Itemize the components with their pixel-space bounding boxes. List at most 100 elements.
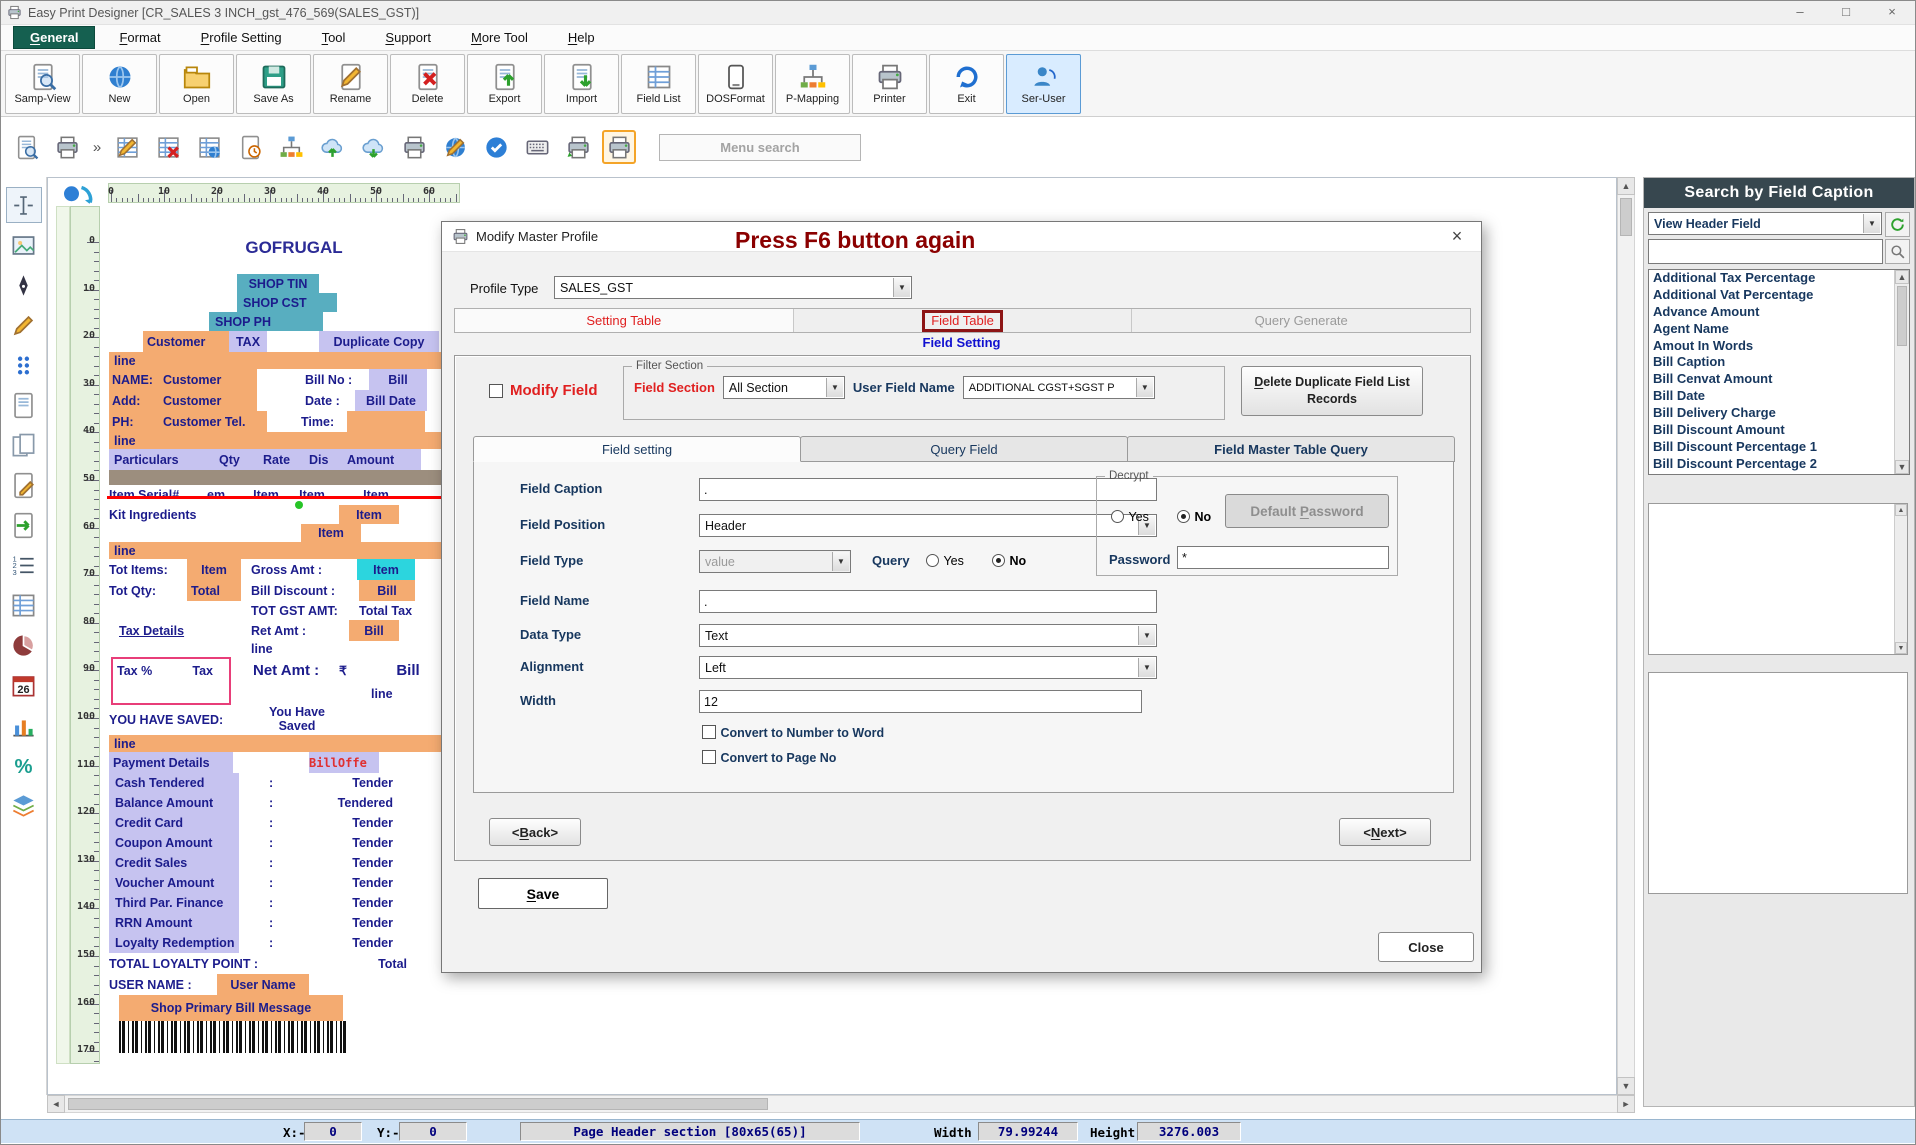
menu-item-tool[interactable]: Tool: [306, 27, 362, 48]
receipt-field[interactable]: Dis: [309, 449, 347, 470]
receipt-field[interactable]: Bill Discount :: [251, 580, 355, 601]
chevron-down-icon[interactable]: ▼: [893, 278, 910, 297]
receipt-row[interactable]: Add:CustomerDate :Bill Date: [109, 390, 479, 411]
receipt-field[interactable]: [119, 1021, 347, 1053]
receipt-field[interactable]: You Have Saved: [255, 705, 339, 735]
receipt-field[interactable]: Duplicate Copy: [319, 331, 439, 352]
receipt-field[interactable]: Voucher Amount: [109, 873, 239, 893]
ser-user-button[interactable]: Ser-User: [1006, 54, 1081, 114]
tab-field-master-table-query[interactable]: Field Master Table Query: [1127, 436, 1455, 462]
receipt-field[interactable]: Tender: [323, 913, 393, 933]
receipt-field[interactable]: :: [269, 853, 279, 873]
receipt-field[interactable]: Gross Amt :: [251, 559, 341, 580]
radio-icon[interactable]: [992, 554, 1005, 567]
receipt-row[interactable]: [109, 470, 479, 485]
receipt-row[interactable]: TOTAL LOYALTY POINT :Total: [109, 953, 479, 974]
receipt-row[interactable]: Balance Amount:Tendered: [109, 793, 479, 813]
receipt-row[interactable]: SHOP TIN: [109, 274, 479, 293]
q-print-b-icon[interactable]: [397, 130, 431, 164]
menu-search-input[interactable]: [659, 134, 861, 161]
minimize-icon[interactable]: –: [1777, 1, 1823, 24]
data-type-select[interactable]: Text▼: [699, 624, 1157, 647]
list-tool-button[interactable]: 123: [6, 547, 42, 583]
page-tool-button[interactable]: [6, 387, 42, 423]
receipt-field[interactable]: :: [269, 833, 279, 853]
receipt-field[interactable]: TOT GST AMT:: [251, 601, 359, 620]
field-caption-item[interactable]: Bill Date: [1649, 388, 1893, 405]
pen-tool-button[interactable]: [6, 267, 42, 303]
receipt-field[interactable]: Customer: [163, 390, 257, 411]
chevron-down-icon[interactable]: ▼: [1136, 378, 1153, 397]
menu-item-more-tool[interactable]: More Tool: [455, 27, 544, 48]
q-globe-edit-icon[interactable]: [438, 130, 472, 164]
tab-query-generate[interactable]: Query Generate: [1132, 309, 1470, 332]
q-tbl-x-icon[interactable]: [151, 130, 185, 164]
field-caption-item[interactable]: Bill Discount Amount: [1649, 422, 1893, 439]
receipt-row[interactable]: line: [109, 683, 479, 705]
q-cloud-up-icon[interactable]: [315, 130, 349, 164]
receipt-field[interactable]: BillOffe: [309, 752, 379, 773]
receipt-field[interactable]: line: [109, 542, 479, 559]
receipt-field[interactable]: :: [269, 773, 279, 793]
receipt-row[interactable]: CustomerTAXDuplicate Copy: [109, 331, 479, 352]
receipt-field[interactable]: Add:: [109, 390, 163, 411]
receipt-field[interactable]: Tender: [323, 833, 393, 853]
alignment-select[interactable]: Left▼: [699, 656, 1157, 679]
menu-item-support[interactable]: Support: [369, 27, 447, 48]
radio-icon[interactable]: [1177, 510, 1190, 523]
tab-setting-table[interactable]: Setting Table: [455, 309, 794, 332]
pencil-tool-button[interactable]: [6, 307, 42, 343]
field-caption-item[interactable]: Advance Amount: [1649, 304, 1893, 321]
columns-tool-button[interactable]: [6, 587, 42, 623]
q-more-icon[interactable]: »: [91, 139, 103, 156]
receipt-field[interactable]: Amount: [347, 449, 421, 470]
tab-field-setting[interactable]: Field setting: [473, 436, 801, 462]
export-button[interactable]: Export: [467, 54, 542, 114]
receipt-field[interactable]: SHOP TIN: [237, 274, 319, 293]
receipt-row[interactable]: Cash Tendered:Tender: [109, 773, 479, 793]
new-button[interactable]: New: [82, 54, 157, 114]
scroll-right-icon[interactable]: ►: [1617, 1095, 1635, 1113]
view-field-select[interactable]: View Header Field▼: [1648, 212, 1882, 235]
rename-button[interactable]: Rename: [313, 54, 388, 114]
field-caption-item[interactable]: Bill Cenvat Amount: [1649, 371, 1893, 388]
receipt-field[interactable]: Bill: [359, 580, 415, 601]
receipt-field[interactable]: line: [109, 352, 479, 369]
receipt-field[interactable]: PH:: [109, 411, 163, 432]
receipt-row[interactable]: NAME:CustomerBill No :Bill: [109, 369, 479, 390]
receipt-field[interactable]: Item: [353, 485, 399, 505]
scroll-down-icon[interactable]: ▼: [1895, 460, 1909, 474]
scroll-up-icon[interactable]: ▲: [1617, 177, 1635, 195]
receipt-field[interactable]: Rate: [263, 449, 309, 470]
receipt-field[interactable]: Total Tax: [359, 601, 433, 620]
receipt-field[interactable]: Tender: [323, 853, 393, 873]
receipt-row[interactable]: line: [109, 432, 479, 449]
note-tool-button[interactable]: [6, 467, 42, 503]
receipt-row[interactable]: Payment DetailsBillOffe: [109, 752, 479, 773]
menu-item-help[interactable]: Help: [552, 27, 611, 48]
receipt-field[interactable]: SHOP PH: [209, 312, 323, 331]
scroll-up-icon[interactable]: ▲: [1895, 270, 1909, 284]
receipt-field[interactable]: Balance Amount: [109, 793, 239, 813]
receipt-row[interactable]: TOT GST AMT:Total Tax: [109, 601, 479, 620]
receipt-row[interactable]: YOU HAVE SAVED:You Have Saved: [109, 705, 479, 735]
field-name-input[interactable]: [699, 590, 1157, 613]
receipt-field[interactable]: Cash Tendered: [109, 773, 239, 793]
query-no-radio[interactable]: No: [992, 552, 1026, 570]
receipt-row[interactable]: Voucher Amount:Tender: [109, 873, 479, 893]
receipt-field[interactable]: USER NAME :: [109, 974, 211, 995]
search-button[interactable]: [1885, 239, 1910, 264]
field-list-button[interactable]: Field List: [621, 54, 696, 114]
receipt-field[interactable]: Tot Qty:: [109, 580, 187, 601]
field-caption-item[interactable]: Bill Discount Percentage 1: [1649, 439, 1893, 456]
receipt-field[interactable]: Date :: [305, 390, 355, 411]
receipt-field[interactable]: Tot Items:: [109, 559, 187, 580]
receipt-row[interactable]: line: [109, 735, 479, 752]
receipt-row[interactable]: Item: [109, 524, 479, 542]
receipt-field[interactable]: Loyalty Redemption: [109, 933, 239, 953]
receipt-field[interactable]: Tender: [323, 813, 393, 833]
chevron-down-icon[interactable]: ▼: [826, 378, 843, 397]
q-print-hl-icon[interactable]: [602, 130, 636, 164]
receipt-field[interactable]: [109, 470, 479, 485]
receipt-row[interactable]: ParticularsQtyRateDisAmount: [109, 449, 479, 470]
